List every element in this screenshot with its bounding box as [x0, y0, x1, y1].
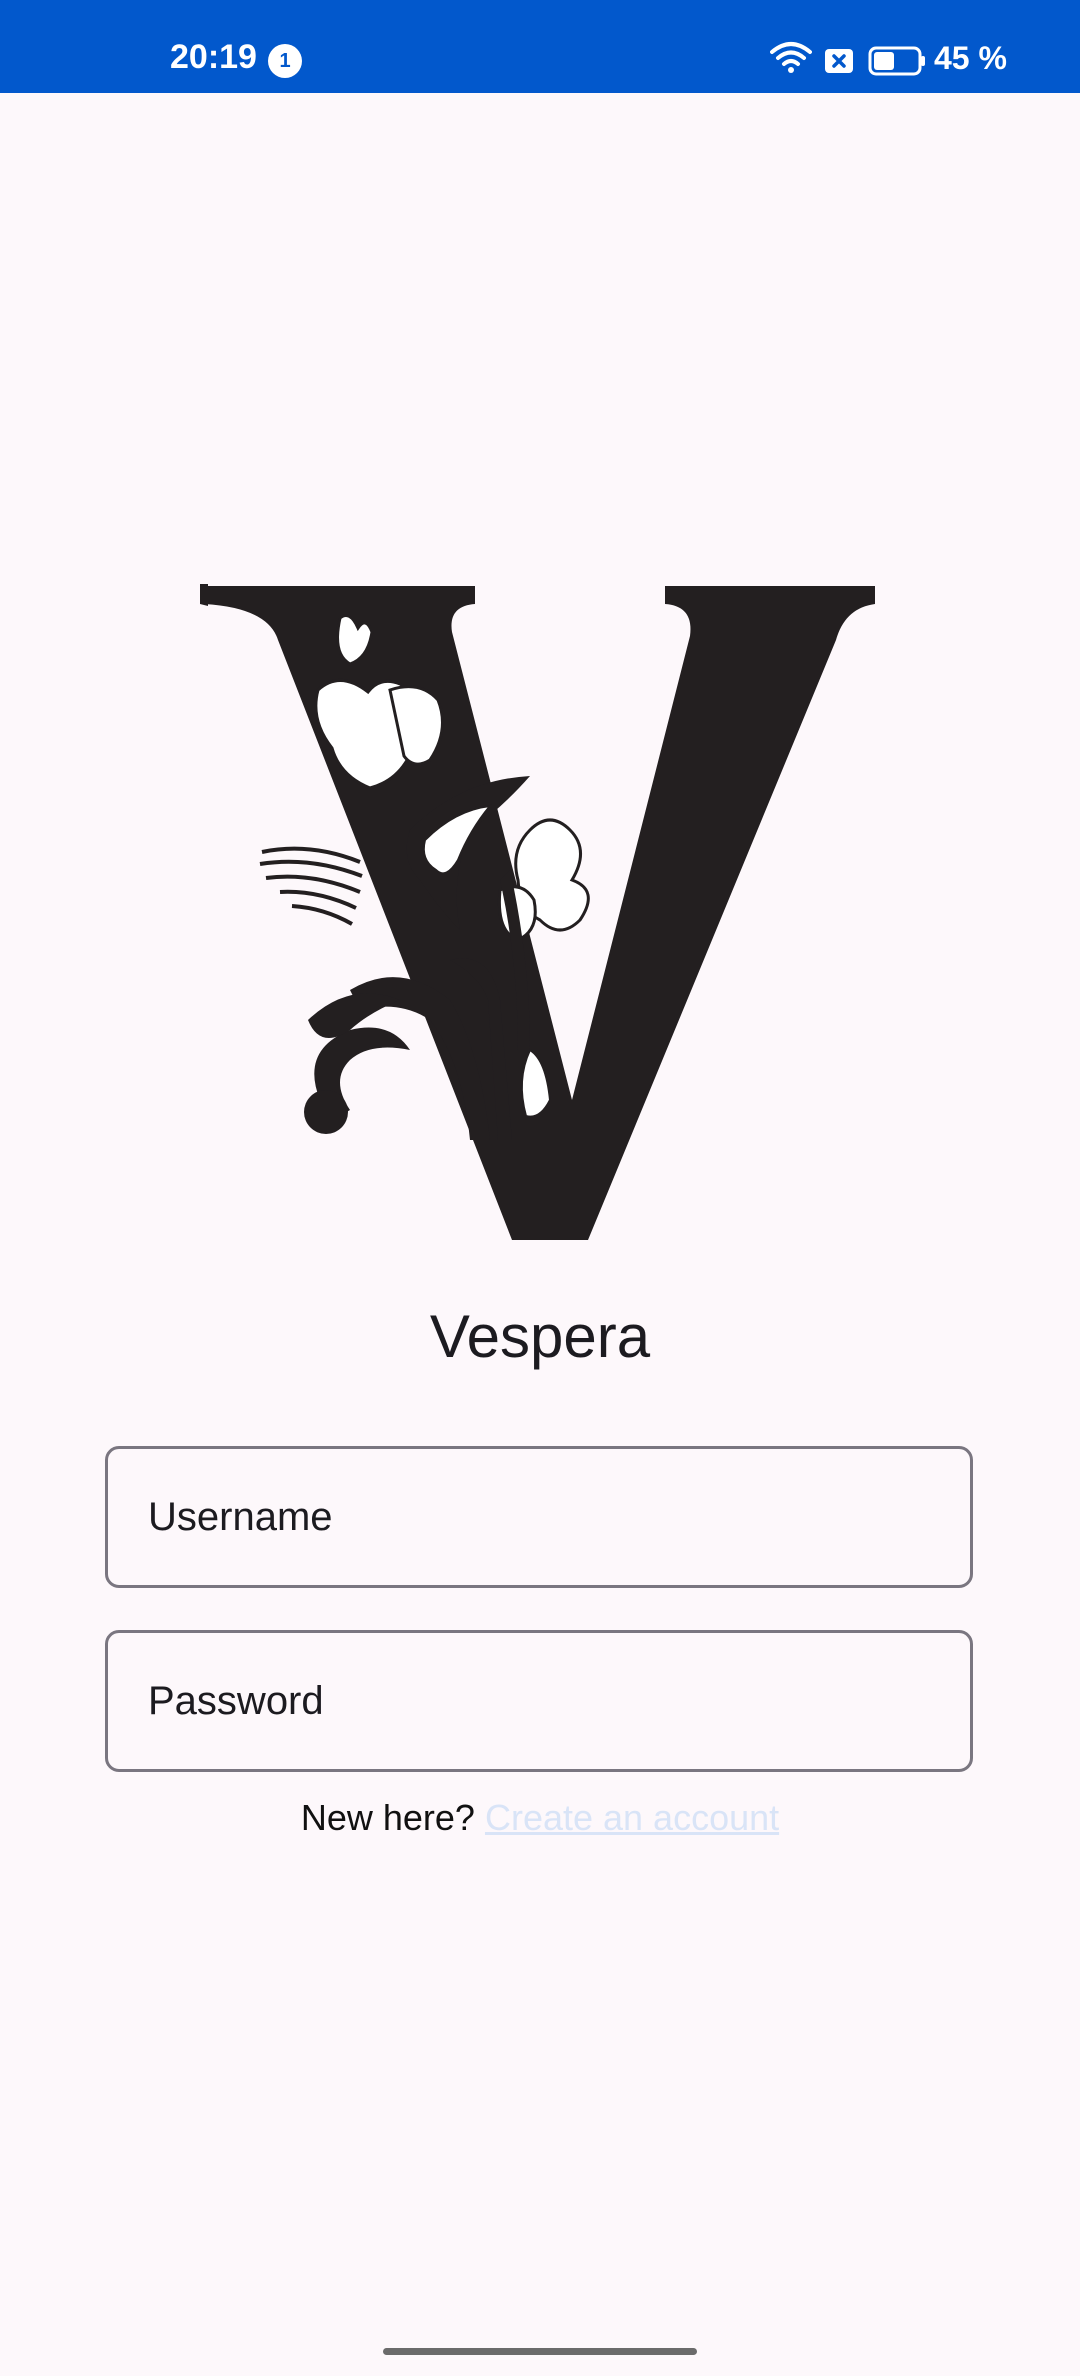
signup-prompt-text: New here? [300, 1797, 485, 1838]
home-indicator[interactable] [383, 2348, 697, 2355]
notification-badge: 1 [268, 44, 302, 78]
no-sim-icon [825, 49, 853, 73]
status-time: 20:19 [170, 38, 257, 76]
signup-prompt-row: New here? Create an account [0, 1798, 1080, 1838]
wifi-icon [770, 42, 812, 73]
create-account-link[interactable]: Create an account [485, 1797, 779, 1838]
battery-icon [868, 46, 925, 76]
app-title: Vespera [429, 1303, 651, 1370]
username-field[interactable] [105, 1446, 973, 1588]
username-input[interactable] [108, 1449, 970, 1585]
vespera-logo-icon [200, 584, 875, 1240]
status-bar: 20:19 1 45 % [0, 0, 1080, 93]
password-input[interactable] [108, 1633, 970, 1769]
battery-percent: 45 % [934, 40, 1007, 76]
password-field[interactable] [105, 1630, 973, 1772]
